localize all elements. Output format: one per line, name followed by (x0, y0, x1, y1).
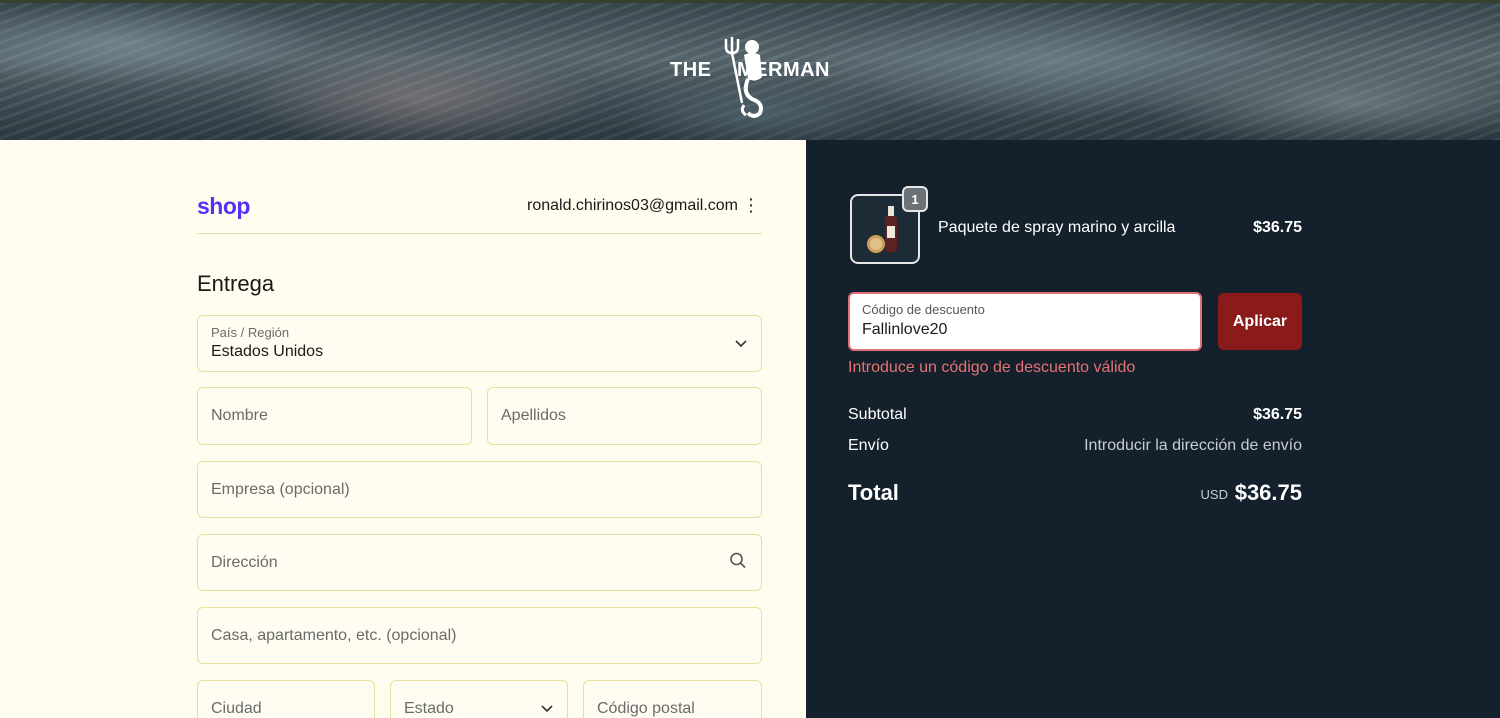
order-summary-panel: 1 Paquete de spray marino y arcilla $36.… (806, 140, 1500, 718)
subtotal-value: $36.75 (1253, 406, 1302, 423)
last-name-field[interactable]: Apellidos (487, 387, 762, 445)
total-row: Total USD $36.75 (848, 480, 1302, 506)
chevron-down-icon (541, 702, 553, 716)
product-price: $36.75 (1253, 219, 1302, 236)
zip-field[interactable]: Código postal (583, 680, 762, 718)
subtotal-row: Subtotal $36.75 (848, 406, 1302, 424)
discount-error-message: Introduce un código de descuento válido (848, 359, 1136, 376)
country-label: País / Región (211, 325, 290, 340)
account-email: ronald.chirinos03@gmail.com (527, 197, 738, 214)
delivery-heading: Entrega (197, 271, 275, 296)
total-value: $36.75 (1234, 480, 1302, 505)
account-bar: shop ronald.chirinos03@gmail.com ⋮ (197, 190, 762, 234)
logo-word-the: THE (670, 59, 712, 81)
checkout-form-panel: shop ronald.chirinos03@gmail.com ⋮ Entre… (0, 140, 806, 718)
country-select[interactable]: País / Región Estados Unidos (197, 315, 762, 372)
discount-code-label: Código de descuento (862, 302, 985, 317)
chevron-down-icon (735, 337, 747, 351)
city-field[interactable]: Ciudad (197, 680, 375, 718)
subtotal-label: Subtotal (848, 406, 907, 423)
shipping-row: Envío Introducir la dirección de envío (848, 437, 1302, 455)
discount-code-input[interactable]: Código de descuento Fallinlove20 (848, 292, 1202, 351)
apartment-placeholder: Casa, apartamento, etc. (opcional) (211, 626, 457, 644)
apartment-field[interactable]: Casa, apartamento, etc. (opcional) (197, 607, 762, 664)
address-field[interactable]: Dirección (197, 534, 762, 591)
total-currency: USD (1200, 487, 1228, 502)
more-options-icon[interactable]: ⋮ (742, 196, 760, 214)
last-name-placeholder: Apellidos (501, 407, 566, 424)
store-logo[interactable]: THE MERMAN (668, 33, 832, 119)
product-name: Paquete de spray marino y arcilla (938, 219, 1176, 236)
discount-code-value: Fallinlove20 (862, 321, 948, 338)
address-placeholder: Dirección (211, 553, 278, 571)
state-select[interactable]: Estado (390, 680, 568, 718)
first-name-placeholder: Nombre (211, 407, 268, 424)
apply-discount-button[interactable]: Aplicar (1218, 293, 1302, 350)
company-placeholder: Empresa (opcional) (211, 480, 350, 498)
first-name-field[interactable]: Nombre (197, 387, 472, 445)
search-icon (729, 551, 747, 574)
city-placeholder: Ciudad (211, 700, 262, 717)
state-placeholder: Estado (404, 700, 454, 717)
logo-word-merman: MERMAN (737, 59, 830, 81)
country-value: Estados Unidos (211, 343, 324, 360)
header-banner: THE MERMAN (0, 0, 1500, 140)
shop-pay-logo[interactable]: shop (197, 193, 250, 220)
total-label: Total (848, 480, 899, 505)
company-field[interactable]: Empresa (opcional) (197, 461, 762, 518)
shipping-value: Introducir la dirección de envío (1084, 437, 1302, 454)
shipping-label: Envío (848, 437, 889, 454)
quantity-badge: 1 (902, 186, 928, 212)
zip-placeholder: Código postal (597, 700, 695, 717)
